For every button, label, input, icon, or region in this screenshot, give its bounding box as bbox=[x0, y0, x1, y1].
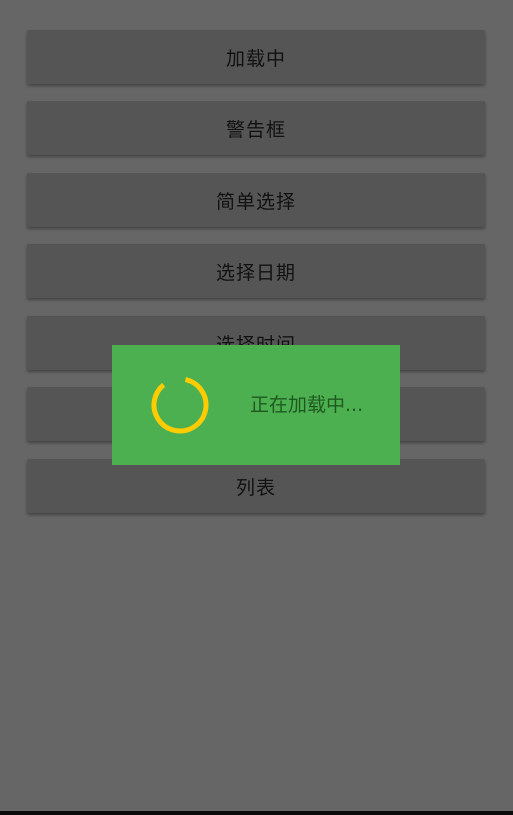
app-screen: 加载中 警告框 简单选择 选择日期 选择时间 列表 正在加载中... bbox=[0, 0, 513, 811]
list-button-label: 列表 bbox=[235, 476, 276, 499]
simple-choice-button-label: 简单选择 bbox=[215, 190, 296, 213]
loading-button[interactable]: 加载中 bbox=[27, 30, 485, 84]
system-navigation-bar bbox=[0, 811, 513, 815]
alert-dialog-button-label: 警告框 bbox=[225, 118, 286, 141]
date-picker-button-label: 选择日期 bbox=[215, 261, 296, 284]
loading-spinner-icon bbox=[151, 376, 209, 434]
loading-message: 正在加载中... bbox=[250, 394, 364, 416]
loading-button-label: 加载中 bbox=[225, 47, 286, 70]
list-button[interactable]: 列表 bbox=[27, 459, 485, 513]
loading-dialog: 正在加载中... bbox=[112, 345, 400, 465]
simple-choice-button[interactable]: 简单选择 bbox=[27, 173, 485, 227]
date-picker-button[interactable]: 选择日期 bbox=[27, 244, 485, 298]
alert-dialog-button[interactable]: 警告框 bbox=[27, 101, 485, 155]
